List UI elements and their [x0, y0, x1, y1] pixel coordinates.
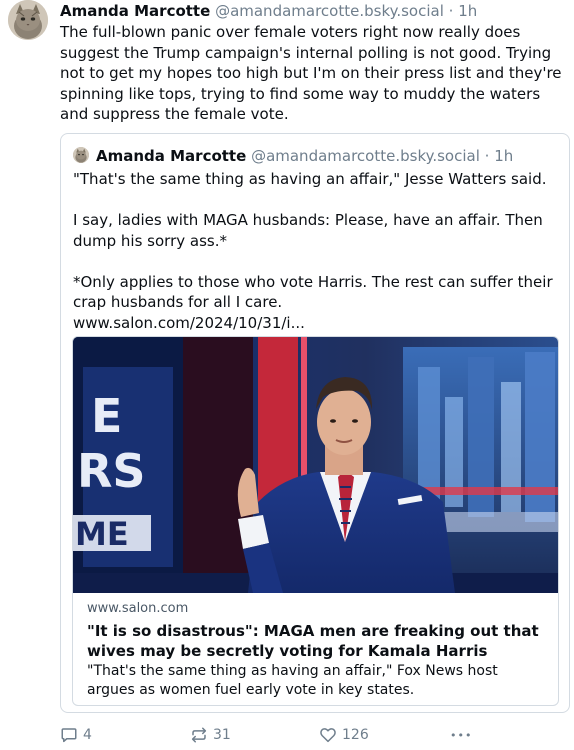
- cat-avatar-image: [8, 0, 48, 40]
- card-description: "That's the same thing as having an affa…: [87, 663, 498, 698]
- post: Amanda Marcotte @amandamarcotte.bsky.soc…: [0, 0, 574, 750]
- reply-icon: [61, 728, 77, 743]
- repost-button[interactable]: 31: [190, 724, 231, 746]
- more-options-button[interactable]: •••: [450, 724, 472, 746]
- quoted-author-name[interactable]: Amanda Marcotte: [96, 147, 246, 165]
- quoted-paragraph: *Only applies to those who vote Harris. …: [73, 272, 553, 312]
- quoted-post-time[interactable]: 1h: [494, 147, 513, 165]
- author-avatar[interactable]: [8, 0, 48, 40]
- heart-icon: [320, 728, 336, 743]
- post-text: The full-blown panic over female voters …: [60, 23, 562, 123]
- like-count: 126: [342, 727, 369, 743]
- svg-text:E: E: [91, 389, 122, 443]
- quoted-post[interactable]: Amanda Marcotte @amandamarcotte.bsky.soc…: [60, 133, 570, 713]
- reply-count: 4: [83, 727, 92, 743]
- post-header: Amanda Marcotte @amandamarcotte.bsky.soc…: [60, 1, 477, 21]
- quoted-paragraph: "That's the same thing as having an affa…: [73, 170, 547, 188]
- quoted-link[interactable]: www.salon.com/2024/10/31/i...: [73, 313, 559, 334]
- like-button[interactable]: 126: [319, 724, 369, 746]
- post-time[interactable]: 1h: [458, 2, 477, 20]
- quoted-author-handle[interactable]: @amandamarcotte.bsky.social: [251, 147, 480, 165]
- card-domain: www.salon.com: [87, 601, 189, 616]
- author-handle[interactable]: @amandamarcotte.bsky.social: [215, 2, 444, 20]
- link-preview-image: E RS ME: [73, 337, 558, 593]
- cat-avatar-image: [73, 147, 89, 163]
- quoted-post-text: "That's the same thing as having an affa…: [73, 169, 559, 333]
- repost-icon: [191, 727, 207, 743]
- repost-count: 31: [213, 727, 231, 743]
- quoted-header-separator: ·: [484, 147, 490, 165]
- quoted-paragraph: I say, ladies with MAGA husbands: Please…: [73, 211, 543, 250]
- more-options-icon: •••: [450, 728, 473, 742]
- quoted-post-header: Amanda Marcotte @amandamarcotte.bsky.soc…: [96, 146, 513, 166]
- author-name[interactable]: Amanda Marcotte: [60, 2, 210, 20]
- quoted-author-avatar[interactable]: [73, 147, 89, 163]
- svg-text:RS: RS: [77, 444, 146, 498]
- reply-button[interactable]: 4: [60, 724, 92, 746]
- header-separator: ·: [448, 2, 454, 20]
- link-preview-card[interactable]: E RS ME www.salon.com "It is so disastro…: [72, 336, 559, 706]
- svg-text:ME: ME: [75, 515, 129, 553]
- post-actions: 4 31 126 •••: [60, 724, 570, 748]
- card-title: "It is so disastrous": MAGA men are frea…: [87, 622, 539, 660]
